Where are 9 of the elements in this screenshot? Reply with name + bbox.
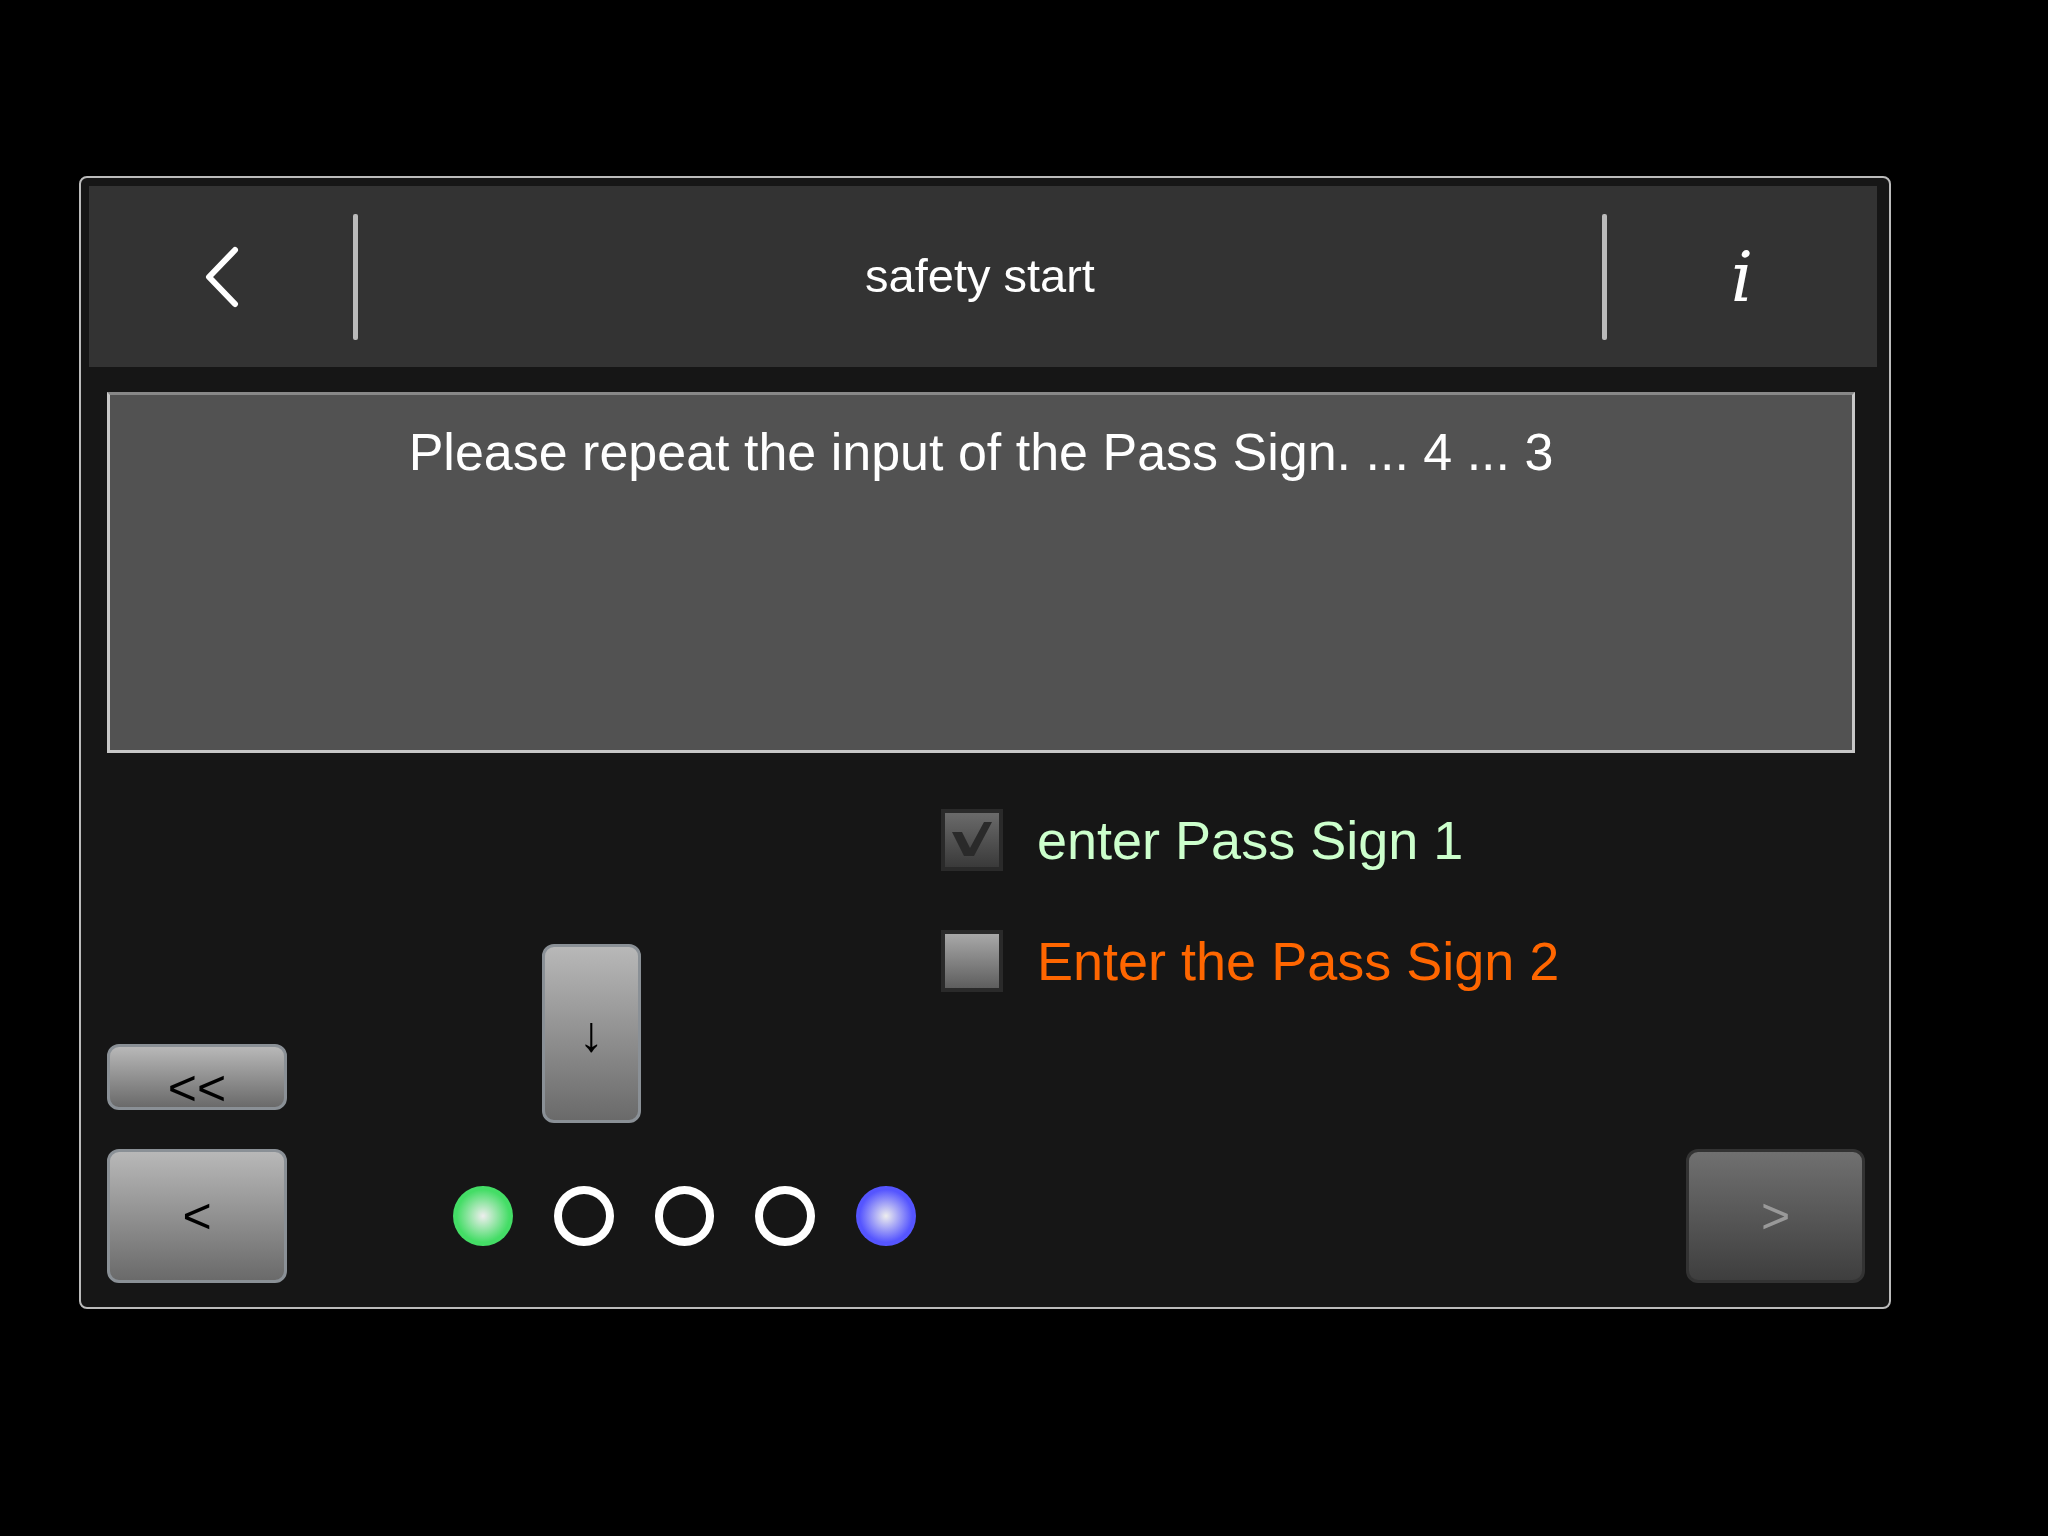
previous-button[interactable]: < bbox=[107, 1149, 287, 1283]
message-text: Please repeat the input of the Pass Sign. ... 4 ... 3 bbox=[107, 392, 1855, 753]
down-button[interactable]: ↓ bbox=[542, 944, 641, 1123]
step-label: Enter the Pass Sign 2 bbox=[1037, 929, 1560, 993]
info-button[interactable]: i bbox=[1607, 241, 1877, 312]
first-page-button[interactable]: << bbox=[107, 1044, 287, 1110]
screen-title: safety start bbox=[864, 248, 1096, 305]
step-label: enter Pass Sign 1 bbox=[1037, 808, 1464, 872]
back-icon bbox=[203, 245, 239, 308]
